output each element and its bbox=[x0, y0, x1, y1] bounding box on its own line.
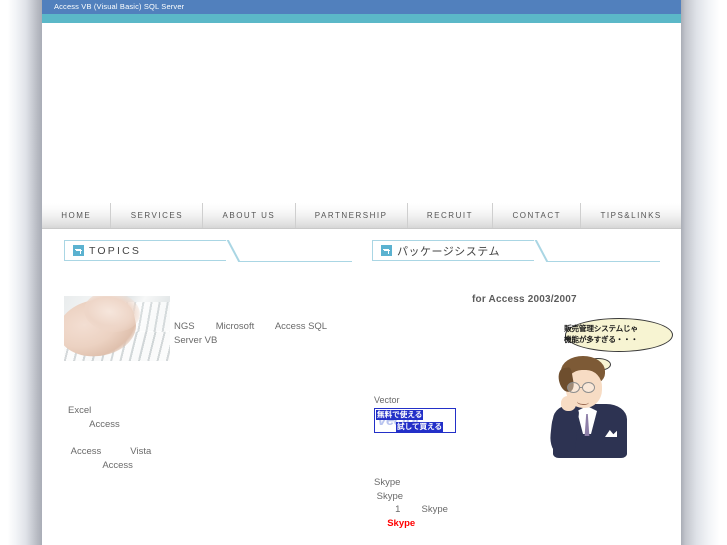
vector-banner-link[interactable]: Vector 無料で使える 試して買える bbox=[374, 408, 456, 433]
businessman-thinking-illustration: 販売管理システムじゃ 機能が多すぎる・・・ bbox=[547, 318, 673, 458]
glasses-right-lens bbox=[582, 382, 595, 393]
thought-bubble-line-2: 機能が多すぎる・・・ bbox=[564, 335, 638, 344]
package-underline bbox=[547, 261, 660, 262]
skype-link-row: Skype bbox=[374, 517, 574, 531]
vector-banner-line-2: 試して買える bbox=[396, 422, 444, 432]
package-tab-box: パッケージシステム bbox=[372, 240, 534, 261]
right-column: パッケージシステム for Access 2003/2007 販売管理システムじ… bbox=[372, 240, 673, 529]
site-title: Access VB (Visual Basic) SQL Server bbox=[54, 2, 185, 11]
topics-excel-text: Excel Access bbox=[68, 405, 120, 430]
nav-item-services[interactable]: SERVICES bbox=[111, 203, 204, 228]
banner-area bbox=[42, 23, 681, 203]
keyboard-photo bbox=[64, 296, 170, 361]
nav-item-partnership[interactable]: PARTNERSHIP bbox=[296, 203, 408, 228]
page-root: Access VB (Visual Basic) SQL Server HOME… bbox=[0, 0, 727, 545]
left-column: TOPICS bbox=[64, 240, 354, 266]
page-left-edge-shadow bbox=[0, 0, 42, 545]
topics-section-title: TOPICS bbox=[89, 244, 142, 257]
site-body: Access VB (Visual Basic) SQL Server HOME… bbox=[42, 0, 681, 545]
skype-info-block: Skype Skype 1 Skype Skype bbox=[374, 476, 574, 530]
header-accent-bar bbox=[42, 14, 681, 23]
arrow-right-icon bbox=[381, 245, 392, 256]
arrow-right-icon bbox=[73, 245, 84, 256]
nav-item-recruit[interactable]: RECRUIT bbox=[408, 203, 494, 228]
package-section-header: パッケージシステム bbox=[372, 240, 660, 266]
topics-vista-text: Access Vista Access bbox=[70, 446, 152, 471]
thought-bubble-line-1: 販売管理システムじゃ bbox=[564, 324, 638, 333]
package-section-title: パッケージシステム bbox=[397, 245, 500, 258]
topics-intro-text: NGS Microsoft Access SQL Server VB bbox=[174, 321, 328, 346]
package-tab-slant bbox=[533, 240, 557, 262]
page-right-edge-shadow bbox=[681, 0, 727, 545]
nav-item-tips-links[interactable]: TIPS&LINKS bbox=[581, 203, 681, 228]
glasses-left-lens bbox=[567, 382, 580, 393]
nav-item-contact[interactable]: CONTACT bbox=[493, 203, 582, 228]
businessman-figure bbox=[548, 356, 631, 458]
content-area: TOPICS NGS Microsoft Access SQL Server V… bbox=[42, 229, 681, 545]
skype-line-2: Skype bbox=[374, 490, 404, 502]
skype-line-3: 1 Skype bbox=[374, 504, 448, 515]
for-access-version-label: for Access 2003/2007 bbox=[472, 294, 577, 305]
topics-section-header: TOPICS bbox=[64, 240, 352, 266]
nav-item-home[interactable]: HOME bbox=[42, 203, 112, 228]
vector-banner-line-1: 無料で使える bbox=[376, 410, 424, 420]
topics-underline bbox=[239, 261, 352, 262]
skype-link-indent bbox=[374, 518, 387, 529]
skype-contact-link[interactable]: Skype bbox=[387, 518, 415, 529]
skype-line-1: Skype bbox=[374, 477, 401, 488]
main-navigation: HOME SERVICES ABOUT US PARTNERSHIP RECRU… bbox=[42, 203, 681, 229]
topics-tab-box: TOPICS bbox=[64, 240, 226, 261]
nav-item-about-us[interactable]: ABOUT US bbox=[203, 203, 296, 228]
topics-tab-slant bbox=[225, 240, 249, 262]
thought-bubble-text: 販売管理システムじゃ 機能が多すぎる・・・ bbox=[547, 323, 655, 345]
glasses-bridge bbox=[580, 387, 583, 389]
vector-label: Vector bbox=[374, 395, 400, 405]
site-header-bar: Access VB (Visual Basic) SQL Server bbox=[42, 0, 681, 14]
